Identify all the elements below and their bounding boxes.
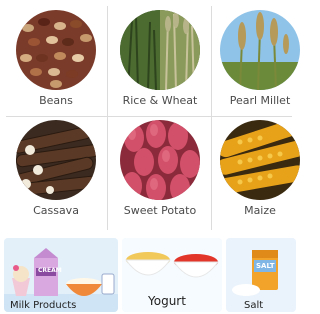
category-beans[interactable]: Beans	[8, 10, 104, 107]
category-label: Pearl Millet	[229, 94, 291, 107]
grid-divider-vertical-1	[107, 6, 108, 230]
card-badge: SALT	[256, 262, 275, 270]
maize-image	[220, 120, 300, 200]
category-label: Sweet Potato	[123, 204, 197, 217]
card-yogurt[interactable]: Yogurt	[122, 238, 222, 312]
card-milk-products[interactable]: Milk Products CREAM	[4, 238, 118, 312]
category-rice-wheat[interactable]: Rice & Wheat	[112, 10, 208, 107]
card-label: Milk Products	[10, 300, 77, 311]
card-label: Salt	[244, 300, 264, 311]
card-label: Yogurt	[148, 294, 186, 308]
category-label: Beans	[39, 94, 73, 107]
grid-divider-horizontal	[6, 116, 292, 117]
card-badge: CREAM	[38, 267, 62, 274]
pearl-millet-image	[220, 10, 300, 90]
sweet-potato-image	[120, 120, 200, 200]
category-cassava[interactable]: Cassava	[8, 120, 104, 217]
category-pearl-millet[interactable]: Pearl Millet	[212, 10, 308, 107]
category-sweet-potato[interactable]: Sweet Potato	[112, 120, 208, 217]
category-label: Maize	[244, 204, 276, 217]
card-salt[interactable]: SALT Salt	[226, 238, 296, 312]
category-maize[interactable]: Maize	[212, 120, 308, 217]
category-label: Rice & Wheat	[122, 94, 198, 107]
cassava-image	[16, 120, 96, 200]
rice-wheat-image	[120, 10, 200, 90]
beans-image	[16, 10, 96, 90]
category-label: Cassava	[33, 204, 79, 217]
